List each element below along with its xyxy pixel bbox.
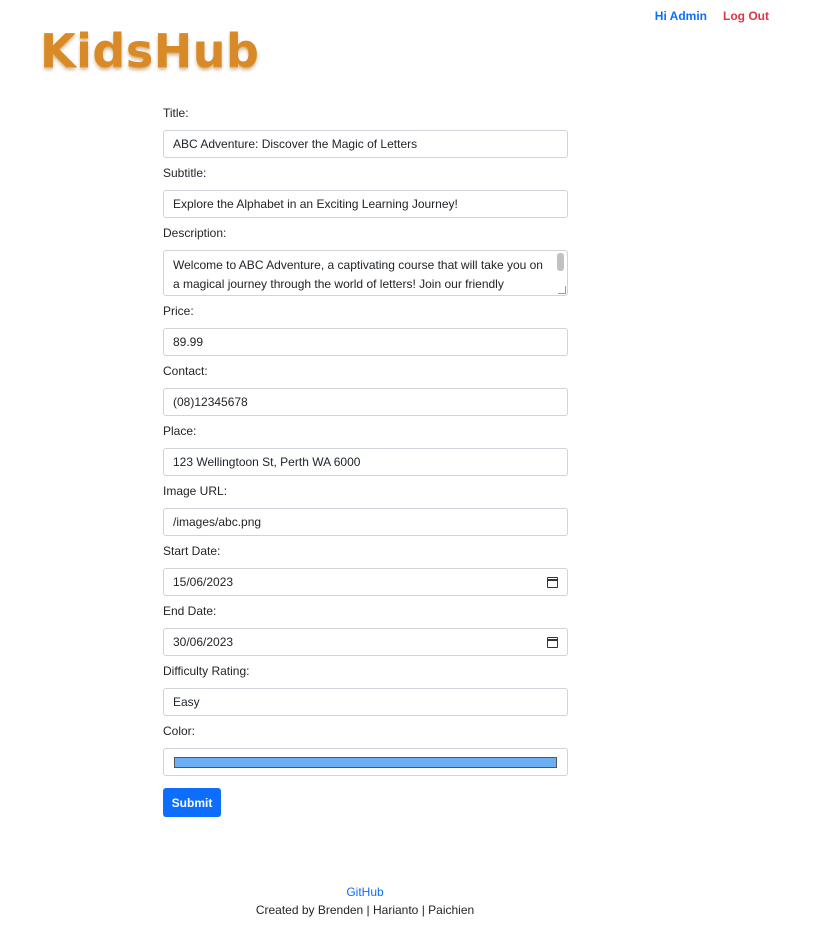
submit-button[interactable]: Submit [163,788,221,817]
price-field: Price: 89.99 [163,304,568,356]
kidshub-logo[interactable]: KidsHub [40,25,259,77]
contact-field: Contact: (08)12345678 [163,364,568,416]
start-date-label: Start Date: [163,544,221,558]
description-textarea[interactable]: Welcome to ABC Adventure, a captivating … [163,250,568,296]
start-date-field: Start Date: 15/06/2023 [163,544,568,596]
course-edit-form: Title: ABC Adventure: Discover the Magic… [163,106,568,817]
top-nav: Hi Admin Log Out [655,9,769,23]
title-input-value: ABC Adventure: Discover the Magic of Let… [173,137,418,151]
subtitle-field: Subtitle: Explore the Alphabet in an Exc… [163,166,568,218]
title-input[interactable]: ABC Adventure: Discover the Magic of Let… [163,130,568,158]
start-date-input-value: 15/06/2023 [173,575,234,589]
subtitle-label: Subtitle: [163,166,207,180]
price-input[interactable]: 89.99 [163,328,568,356]
place-input-value: 123 Wellingtoon St, Perth WA 6000 [173,455,361,469]
difficulty-input[interactable]: Easy [163,688,568,716]
title-label: Title: [163,106,189,120]
price-input-value: 89.99 [173,335,204,349]
image-url-input[interactable]: /images/abc.png [163,508,568,536]
image-url-input-value: /images/abc.png [173,515,262,529]
calendar-icon[interactable] [547,576,558,588]
description-field: Description: Welcome to ABC Adventure, a… [163,226,568,296]
color-swatch [174,756,557,768]
subtitle-input-value: Explore the Alphabet in an Exciting Lear… [173,197,458,211]
difficulty-label: Difficulty Rating: [163,664,250,678]
start-date-input[interactable]: 15/06/2023 [163,568,568,596]
title-field: Title: ABC Adventure: Discover the Magic… [163,106,568,158]
end-date-label: End Date: [163,604,217,618]
end-date-field: End Date: 30/06/2023 [163,604,568,656]
place-field: Place: 123 Wellingtoon St, Perth WA 6000 [163,424,568,476]
place-label: Place: [163,424,197,438]
image-url-label: Image URL: [163,484,228,498]
admin-greeting-link[interactable]: Hi Admin [655,9,707,23]
calendar-icon[interactable] [547,636,558,648]
color-field: Color: [163,724,568,776]
textarea-scrollbar[interactable] [557,253,564,271]
description-textarea-value: Welcome to ABC Adventure, a captivating … [173,258,543,291]
image-url-field: Image URL: /images/abc.png [163,484,568,536]
contact-input[interactable]: (08)12345678 [163,388,568,416]
price-label: Price: [163,304,194,318]
end-date-input-value: 30/06/2023 [173,635,234,649]
github-link[interactable]: GitHub [346,885,383,899]
color-input[interactable] [163,748,568,776]
difficulty-input-value: Easy [173,695,200,709]
subtitle-input[interactable]: Explore the Alphabet in an Exciting Lear… [163,190,568,218]
end-date-input[interactable]: 30/06/2023 [163,628,568,656]
place-input[interactable]: 123 Wellingtoon St, Perth WA 6000 [163,448,568,476]
color-label: Color: [163,724,196,738]
textarea-resize-handle[interactable] [558,286,566,294]
footer: GitHub Created by Brenden | Harianto | P… [0,883,730,919]
logout-link[interactable]: Log Out [723,9,769,23]
contact-label: Contact: [163,364,208,378]
credits-text: Created by Brenden | Harianto | Paichien [255,903,475,917]
description-label: Description: [163,226,227,240]
contact-input-value: (08)12345678 [173,395,248,409]
difficulty-field: Difficulty Rating: Easy [163,664,568,716]
